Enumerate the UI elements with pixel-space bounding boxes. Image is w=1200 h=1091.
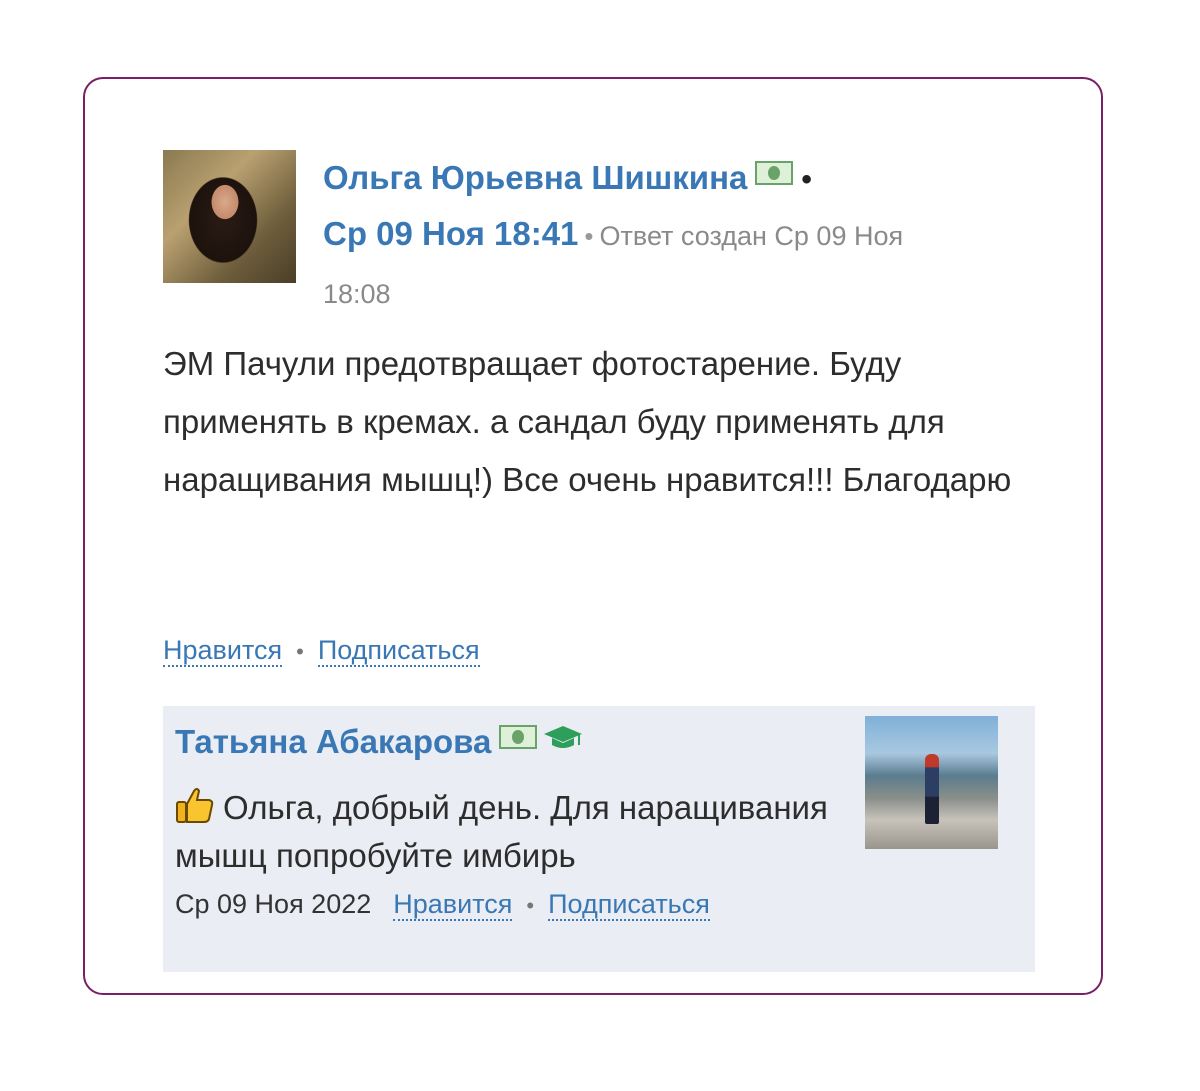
reply-message: Ольга, добрый день. Для наращивания мышц… [175,789,828,874]
reply-subscribe-link[interactable]: Подписаться [548,889,710,921]
reply-author-name[interactable]: Татьяна Абакарова [175,723,491,760]
reply-actions: Ср 09 Ноя 2022 Нравится • Подписаться [175,884,710,926]
subscribe-link[interactable]: Подписаться [317,635,480,667]
created-time: 18:08 [323,279,391,309]
reply-author-header: Татьяна Абакарова [175,720,583,764]
thumbs-up-icon [176,788,214,823]
reply-avatar[interactable] [865,716,998,849]
reply-text: Ольга, добрый день. Для наращивания мышц… [175,784,865,880]
reply-like-link[interactable]: Нравится [393,889,513,921]
money-icon [499,725,538,749]
like-link[interactable]: Нравится [163,635,283,667]
post-body: ЭМ Пачули предотвращает фотостарение. Бу… [163,345,1012,498]
separator-dot: • [584,221,594,251]
separator-dot: • [296,639,304,664]
post-date-line: Ср 09 Ноя 18:41 • Ответ создан Ср 09 Ноя [323,212,903,263]
author-name[interactable]: Ольга Юрьевна Шишкина [323,159,747,196]
post-date[interactable]: Ср 09 Ноя 18:41 [323,215,578,252]
reply-box: Татьяна Абакарова Ольга, добрый день. Дл… [163,706,1035,972]
author-avatar[interactable] [163,150,296,283]
money-icon [755,161,794,185]
reply-date: Ср 09 Ноя 2022 [175,889,372,919]
separator-dot: • [801,163,812,196]
graduation-cap-icon [544,726,583,748]
created-label: Ответ создан Ср 09 Ноя [599,221,904,251]
author-header: Ольга Юрьевна Шишкина • [323,156,812,202]
post-actions: Нравится • Подписаться [163,630,480,672]
separator-dot: • [526,893,535,918]
avatar-figure [925,754,939,824]
